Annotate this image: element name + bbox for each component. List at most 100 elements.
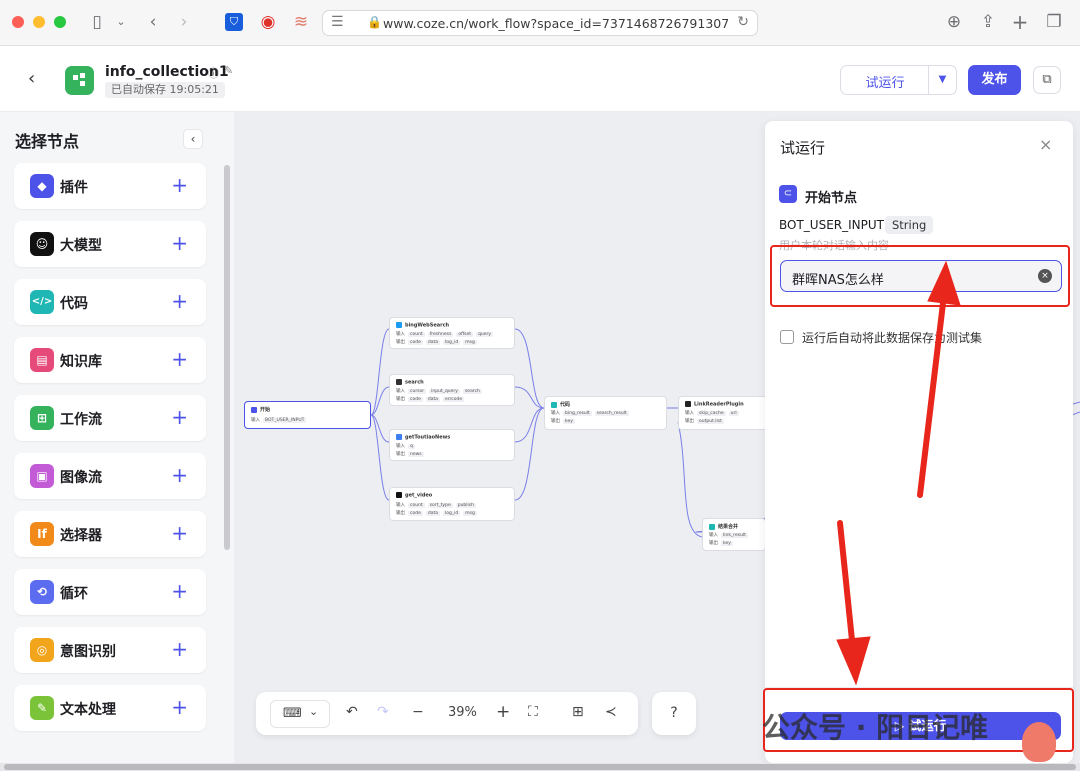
back-icon[interactable]: ‹ bbox=[143, 12, 163, 32]
add-icon[interactable]: + bbox=[171, 695, 188, 719]
sidebar-item-label: 图像流 bbox=[60, 470, 102, 486]
sidebar-title: 选择节点 bbox=[15, 132, 80, 151]
sidebar-item-code[interactable]: </> 代码 + bbox=[14, 279, 206, 325]
node-title: getToutiaoNews bbox=[396, 434, 450, 441]
node-title: 结果合并 bbox=[709, 523, 738, 530]
new-tab-icon[interactable]: + bbox=[1010, 12, 1030, 32]
node-row: 输入 q bbox=[396, 444, 415, 449]
bitwarden-icon[interactable]: ⛉ bbox=[225, 13, 243, 31]
horizontal-scrollbar[interactable] bbox=[0, 763, 1080, 771]
node-row: 输入 BOT_USER_INPUT bbox=[251, 418, 307, 423]
node-get-video[interactable]: get_video 输入 count sort_type publish 输出 code… bbox=[389, 487, 515, 521]
back-icon[interactable]: ‹ bbox=[28, 68, 35, 89]
annotation-box-input bbox=[770, 245, 1070, 307]
sidebar-scrollbar[interactable] bbox=[224, 165, 230, 550]
sidebar-item-label: 知识库 bbox=[60, 354, 102, 370]
sidebar-item-selector[interactable]: If 选择器 + bbox=[14, 511, 206, 557]
zoom-level[interactable]: 39% bbox=[448, 705, 477, 720]
node-title: LinkReaderPlugin bbox=[685, 401, 744, 408]
node-title: bingWebSearch bbox=[396, 322, 449, 329]
sidebar-item-llm[interactable]: ☺ 大模型 + bbox=[14, 221, 206, 267]
sidebar-item-label: 意图识别 bbox=[60, 644, 116, 660]
undo-icon[interactable]: ↶ bbox=[346, 704, 358, 720]
sidebar-item-plugin[interactable]: ◆ 插件 + bbox=[14, 163, 206, 209]
mascot-icon bbox=[1022, 722, 1056, 762]
add-icon[interactable]: + bbox=[171, 463, 188, 487]
add-icon[interactable]: + bbox=[171, 579, 188, 603]
fit-view-icon[interactable]: ⛶ bbox=[528, 704, 538, 720]
close-window-button[interactable] bbox=[12, 16, 24, 28]
save-testset-checkbox[interactable] bbox=[780, 330, 794, 344]
share-icon[interactable]: ⇪ bbox=[978, 12, 998, 32]
tabs-icon[interactable]: ❐ bbox=[1044, 12, 1064, 32]
keyboard-icon: ⌨ bbox=[283, 706, 302, 721]
close-icon[interactable]: × bbox=[1039, 135, 1052, 154]
test-run-split-button[interactable]: 试运行 ▼ bbox=[840, 65, 957, 95]
text-process-icon: ✎ bbox=[30, 696, 54, 720]
minimize-window-button[interactable] bbox=[33, 16, 45, 28]
record-icon[interactable]: ◉ bbox=[257, 12, 279, 32]
node-code[interactable]: 代码 输入 bing_result search_result 输出 key bbox=[544, 396, 667, 430]
node-toutiao-news[interactable]: getToutiaoNews 输入 q 输出 news bbox=[389, 429, 515, 461]
scrollbar-thumb[interactable] bbox=[4, 764, 1076, 770]
zoom-out-icon[interactable]: − bbox=[412, 704, 424, 720]
add-icon[interactable]: + bbox=[171, 231, 188, 255]
copy-icon[interactable]: ⧉ bbox=[1033, 66, 1061, 94]
node-row: 输出 output.list bbox=[685, 419, 724, 424]
redo-icon[interactable]: ↷ bbox=[377, 704, 389, 720]
node-row: 输入 count sort_type publish bbox=[396, 503, 476, 508]
lock-icon: 🔒 bbox=[367, 15, 382, 29]
add-icon[interactable]: + bbox=[171, 173, 188, 197]
address-bar[interactable]: ☰ 🔒 www.coze.cn/work_flow?space_id=73714… bbox=[322, 10, 758, 36]
sidebar-item-label: 代码 bbox=[60, 296, 88, 312]
info-icon[interactable]: ⓘ bbox=[208, 65, 219, 81]
zoom-window-button[interactable] bbox=[54, 16, 66, 28]
node-merge[interactable]: 结果合并 输入 link_result 输出 key bbox=[702, 518, 766, 551]
interaction-mode-select[interactable]: ⌨ ⌄ bbox=[270, 700, 330, 728]
node-link-reader[interactable]: LinkReaderPlugin 输入 skip_cache url 输出 outpu… bbox=[678, 396, 768, 430]
node-title: 代码 bbox=[551, 401, 570, 408]
sidebar-item-knowledge[interactable]: ▤ 知识库 + bbox=[14, 337, 206, 383]
add-icon[interactable]: + bbox=[171, 637, 188, 661]
node-bing-search[interactable]: bingWebSearch 输入 count freshness offset quer… bbox=[389, 317, 515, 349]
url-text[interactable]: www.coze.cn/work_flow?space_id=737146872… bbox=[383, 16, 728, 31]
llm-icon: ☺ bbox=[30, 232, 54, 256]
add-icon[interactable]: + bbox=[171, 405, 188, 429]
chevron-down-icon[interactable]: ⌄ bbox=[114, 12, 128, 32]
edit-icon[interactable]: ✎ bbox=[224, 64, 233, 77]
intent-icon: ◎ bbox=[30, 638, 54, 662]
sidebar-item-text[interactable]: ✎ 文本处理 + bbox=[14, 685, 206, 731]
autosave-status: 已自动保存 19:05:21 bbox=[105, 82, 225, 98]
caret-down-icon[interactable]: ▼ bbox=[928, 66, 956, 94]
canvas-toolbar: ⌨ ⌄ ↶ ↷ − 39% + ⛶ ⊞ ≺ bbox=[256, 692, 638, 735]
sidebar-item-workflow[interactable]: ⊞ 工作流 + bbox=[14, 395, 206, 441]
layout-icon[interactable]: ⊞ bbox=[572, 704, 584, 720]
sidebar-item-imageflow[interactable]: ▣ 图像流 + bbox=[14, 453, 206, 499]
reader-icon[interactable]: ☰ bbox=[331, 14, 344, 30]
forward-icon[interactable]: › bbox=[174, 12, 194, 32]
minimap-icon[interactable]: ≺ bbox=[605, 704, 617, 720]
rss-icon[interactable]: ≋ bbox=[292, 12, 310, 32]
download-icon[interactable]: ⊕ bbox=[944, 12, 964, 32]
node-search[interactable]: search 输入 cursor input_query search 输出 code d… bbox=[389, 374, 515, 406]
help-icon[interactable]: ? bbox=[652, 692, 696, 735]
workflow-icon: ⊞ bbox=[30, 406, 54, 430]
sidebar-item-label: 循环 bbox=[60, 586, 88, 602]
imageflow-icon: ▣ bbox=[30, 464, 54, 488]
node-start[interactable]: 开始 输入 BOT_USER_INPUT bbox=[244, 401, 371, 429]
node-row: 输出 key bbox=[551, 419, 575, 424]
reload-icon[interactable]: ↻ bbox=[737, 14, 749, 30]
param-name: BOT_USER_INPUT bbox=[779, 218, 884, 232]
add-icon[interactable]: + bbox=[171, 521, 188, 545]
test-run-label[interactable]: 试运行 bbox=[841, 72, 929, 91]
sidebar-item-loop[interactable]: ⟲ 循环 + bbox=[14, 569, 206, 615]
start-node-icon: ⊂ bbox=[779, 185, 797, 203]
sidebar-item-intent[interactable]: ◎ 意图识别 + bbox=[14, 627, 206, 673]
publish-button[interactable]: 发布 bbox=[968, 65, 1021, 95]
add-icon[interactable]: + bbox=[171, 347, 188, 371]
collapse-icon[interactable]: ‹ bbox=[183, 129, 203, 149]
zoom-in-icon[interactable]: + bbox=[496, 702, 510, 722]
test-run-panel: 试运行 × ⊂ 开始节点 BOT_USER_INPUT String 用户本轮对… bbox=[765, 121, 1073, 763]
add-icon[interactable]: + bbox=[171, 289, 188, 313]
sidebar-icon[interactable]: ▯ bbox=[86, 12, 108, 32]
